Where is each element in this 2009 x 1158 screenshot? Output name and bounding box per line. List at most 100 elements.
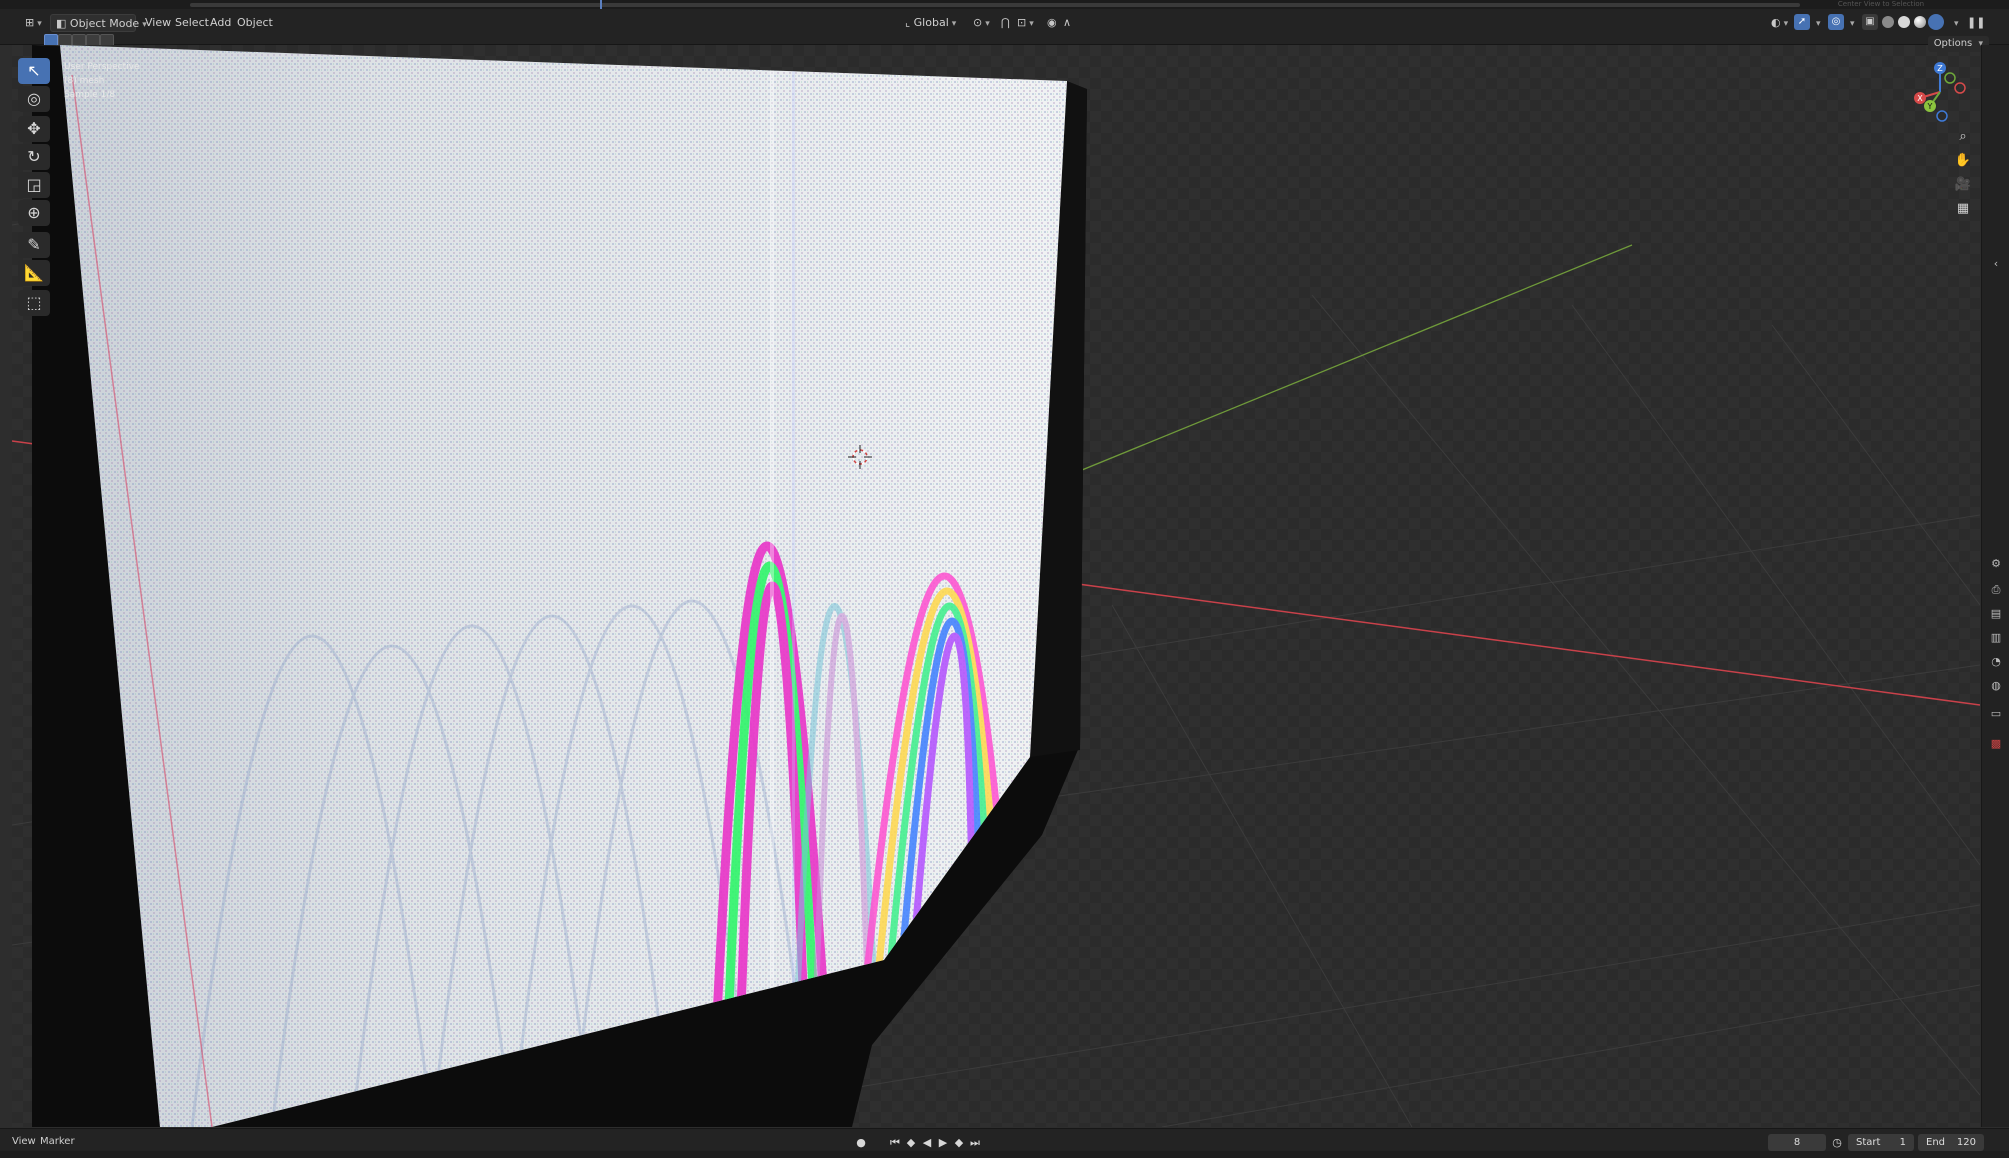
faded-hint: Center View to Selection bbox=[1837, 0, 1925, 8]
cursor-tool[interactable]: ◎ bbox=[18, 86, 50, 112]
zoom-button[interactable]: ⌕ bbox=[1952, 126, 1974, 148]
snap-magnet-icon: ⋂ bbox=[1001, 16, 1011, 29]
shading-solid-button[interactable] bbox=[1898, 16, 1910, 28]
chevron-down-icon: ▾ bbox=[951, 19, 957, 29]
gizmo-dropdown[interactable]: ▾ bbox=[1808, 14, 1826, 32]
world-tab-icon[interactable]: ◍ bbox=[1987, 677, 2005, 695]
start-frame-field[interactable]: Start 1 bbox=[1848, 1134, 1914, 1151]
options-button[interactable]: Options ▾ bbox=[1927, 36, 1989, 52]
viewport-scene bbox=[12, 45, 1980, 1127]
record-icon: ● bbox=[856, 1136, 866, 1149]
jump-end-button[interactable]: ⏭ bbox=[968, 1135, 982, 1151]
pivot-icon: ⊙ bbox=[973, 16, 983, 29]
texture-tab-icon[interactable]: ▩ bbox=[1987, 735, 2005, 753]
timeline-menu-marker[interactable]: Marker bbox=[40, 1136, 75, 1147]
current-frame-field[interactable]: 8 bbox=[1768, 1134, 1826, 1151]
chevron-down-icon: ▾ bbox=[1783, 19, 1789, 29]
chevron-down-icon: ▾ bbox=[1850, 19, 1855, 29]
end-label: End bbox=[1926, 1137, 1946, 1148]
cube-mode-icon: ◧ bbox=[56, 17, 67, 30]
output-tab-icon[interactable]: ▤ bbox=[1987, 605, 2005, 623]
collection-object-text: (8) mesh bbox=[64, 76, 105, 86]
3d-viewport-icon: ⊞ bbox=[25, 16, 35, 29]
view-name-text: User Perspective bbox=[64, 62, 140, 72]
xray-icon: ▣ bbox=[1865, 16, 1875, 27]
prev-keyframe-button[interactable]: ◆ bbox=[904, 1135, 918, 1151]
sidebar-toggle-icon[interactable]: ‹ bbox=[1987, 255, 2005, 273]
tool-tab-icon[interactable]: ⚙ bbox=[1987, 555, 2005, 573]
editor-type-button[interactable]: ⊞ ▾ bbox=[20, 14, 47, 32]
chevron-down-icon: ▾ bbox=[985, 19, 990, 29]
end-frame-field[interactable]: End 120 bbox=[1918, 1134, 1984, 1151]
transform-icon: ⊕ bbox=[27, 203, 41, 222]
shading-material-button[interactable] bbox=[1914, 16, 1926, 28]
start-label: Start bbox=[1856, 1137, 1881, 1148]
header-scrollbar[interactable] bbox=[190, 3, 1800, 7]
next-keyframe-button[interactable]: ◆ bbox=[952, 1135, 966, 1151]
gizmo-y-label: Y bbox=[1927, 102, 1933, 111]
options-label: Options bbox=[1933, 38, 1973, 49]
add-cube-tool[interactable]: ⬚ bbox=[18, 290, 50, 316]
gizmo-arrow-icon: ➚ bbox=[1797, 16, 1807, 27]
measure-icon: 📐 bbox=[24, 263, 44, 282]
timeline-menu-view[interactable]: View bbox=[12, 1136, 36, 1147]
gizmo-neg-z[interactable] bbox=[1936, 110, 1948, 122]
navigation-gizmo[interactable]: Z X Y bbox=[1908, 58, 1972, 124]
select-box-icon: ↖ bbox=[27, 61, 41, 80]
play-reverse-button[interactable]: ◀ bbox=[920, 1135, 934, 1151]
gizmo-x-label: X bbox=[1917, 94, 1923, 103]
transform-tool[interactable]: ⊕ bbox=[18, 200, 50, 226]
gizmo-neg-y[interactable] bbox=[1944, 72, 1956, 84]
annotate-tool[interactable]: ✎ bbox=[18, 232, 50, 258]
play-button[interactable]: ▶ bbox=[936, 1135, 950, 1151]
mode-dropdown[interactable]: ◧ Object Mode ▾ bbox=[50, 14, 147, 32]
jump-start-button[interactable]: ⏮ bbox=[888, 1135, 902, 1151]
render-tab-icon[interactable]: ⎙ bbox=[1987, 581, 2005, 599]
overlay-circles-icon: ◎ bbox=[1831, 16, 1841, 27]
xray-toggle[interactable]: ▣ bbox=[1862, 14, 1878, 30]
transform-orientation-dropdown[interactable]: ⌞ Global ▾ bbox=[900, 14, 964, 32]
pivot-point-dropdown[interactable]: ⊙ ▾ bbox=[968, 14, 995, 32]
prev-keyframe-icon: ◆ bbox=[906, 1136, 916, 1149]
rotate-icon: ↻ bbox=[27, 147, 41, 166]
proportional-edit-icon: ◉ bbox=[1047, 16, 1057, 29]
pause-render-button[interactable]: ❚❚ bbox=[1962, 14, 1990, 32]
scale-tool[interactable]: ◲ bbox=[18, 172, 50, 198]
chevron-down-icon: ▾ bbox=[1954, 19, 1959, 29]
3d-viewport[interactable] bbox=[12, 45, 1980, 1127]
camera-view-button[interactable]: 🎥 bbox=[1952, 174, 1974, 196]
auto-keying-button[interactable]: ● bbox=[854, 1135, 868, 1151]
visibility-dropdown[interactable]: ◐ ▾ bbox=[1766, 14, 1793, 32]
top-scroll-strip: Center View to Selection bbox=[0, 0, 2009, 9]
add-cube-icon: ⬚ bbox=[26, 293, 42, 312]
visibility-eye-icon: ◐ bbox=[1771, 16, 1781, 29]
end-value: 120 bbox=[1956, 1137, 1976, 1148]
snap-target-dropdown[interactable]: ⊡ ▾ bbox=[1012, 14, 1039, 32]
falloff-dropdown[interactable]: ∧ bbox=[1058, 14, 1076, 32]
playhead-marker bbox=[600, 0, 602, 9]
scene-tab-icon[interactable]: ◔ bbox=[1987, 653, 2005, 671]
chevron-down-icon: ▾ bbox=[37, 19, 42, 29]
play-reverse-icon: ◀ bbox=[922, 1136, 932, 1149]
shading-rendered-button[interactable] bbox=[1930, 16, 1942, 28]
view-layer-tab-icon[interactable]: ▥ bbox=[1987, 629, 2005, 647]
shading-dropdown[interactable]: ▾ bbox=[1946, 14, 1964, 32]
ortho-toggle-button[interactable]: ▦ bbox=[1952, 198, 1974, 220]
menu-object[interactable]: Object bbox=[232, 14, 278, 32]
properties-tab-strip: ‹ ⚙ ⎙ ▤ ▥ ◔ ◍ ▭ ▩ bbox=[1981, 45, 2009, 1127]
overlays-dropdown[interactable]: ▾ bbox=[1842, 14, 1860, 32]
clock-icon: ◷ bbox=[1832, 1136, 1842, 1149]
snap-target-icon: ⊡ bbox=[1017, 16, 1027, 29]
jump-start-icon: ⏮ bbox=[890, 1136, 900, 1149]
viewport-info-overlay: User Perspective (8) mesh Sample 1/8 bbox=[64, 60, 140, 102]
pan-button[interactable]: ✋ bbox=[1952, 150, 1974, 172]
collection-tab-icon[interactable]: ▭ bbox=[1987, 705, 2005, 723]
select-box-tool[interactable]: ↖ bbox=[18, 58, 50, 84]
measure-tool[interactable]: 📐 bbox=[18, 260, 50, 286]
shading-wireframe-button[interactable] bbox=[1882, 16, 1894, 28]
move-tool[interactable]: ✥ bbox=[18, 116, 50, 142]
use-preview-range-button[interactable]: ◷ bbox=[1830, 1135, 1844, 1151]
gizmo-neg-x[interactable] bbox=[1954, 82, 1966, 94]
move-icon: ✥ bbox=[27, 119, 41, 138]
rotate-tool[interactable]: ↻ bbox=[18, 144, 50, 170]
